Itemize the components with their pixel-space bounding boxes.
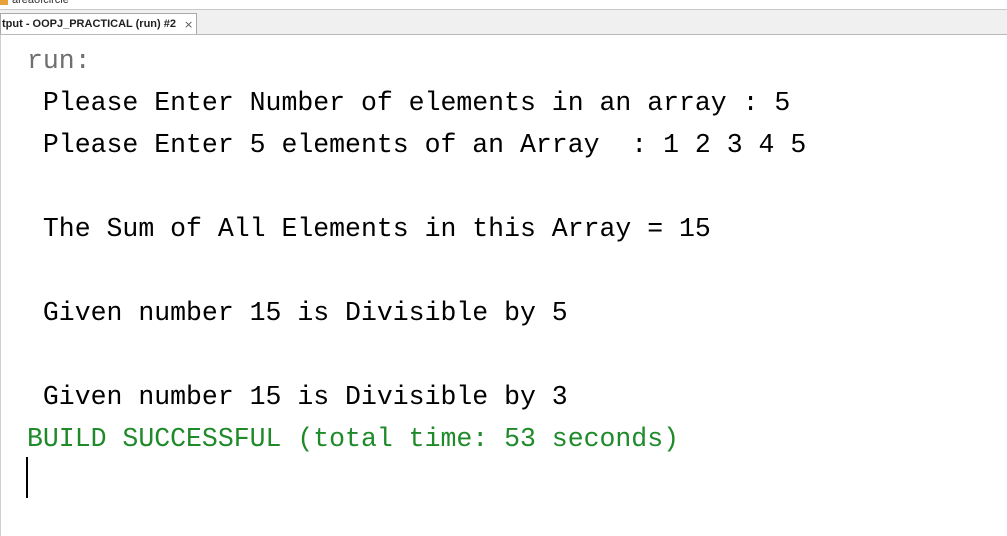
output-line-sum: The Sum of All Elements in this Array = … (27, 214, 711, 244)
output-line-elements-count: Please Enter Number of elements in an ar… (27, 88, 791, 118)
run-label: run: (27, 46, 91, 76)
output-tab-bar: tput - OOPJ_PRACTICAL (run) #2 × (0, 10, 1007, 35)
editor-tab-label-partial[interactable]: areaofcircle (12, 0, 69, 6)
output-tab-label: tput - OOPJ_PRACTICAL (run) #2 (2, 18, 176, 30)
output-line-elements-values: Please Enter 5 elements of an Array : 1 … (27, 130, 807, 160)
editor-tab-strip-partial: areaofcircle (0, 0, 1007, 10)
java-file-icon (0, 0, 8, 5)
build-status: BUILD SUCCESSFUL (total time: 53 seconds… (27, 424, 680, 454)
close-icon[interactable]: × (184, 18, 193, 31)
output-console[interactable]: run: Please Enter Number of elements in … (0, 35, 1007, 536)
text-caret (26, 457, 28, 498)
output-line-divisible-5: Given number 15 is Divisible by 5 (27, 298, 568, 328)
output-line-divisible-3: Given number 15 is Divisible by 3 (27, 382, 568, 412)
output-tab[interactable]: tput - OOPJ_PRACTICAL (run) #2 × (0, 13, 197, 34)
